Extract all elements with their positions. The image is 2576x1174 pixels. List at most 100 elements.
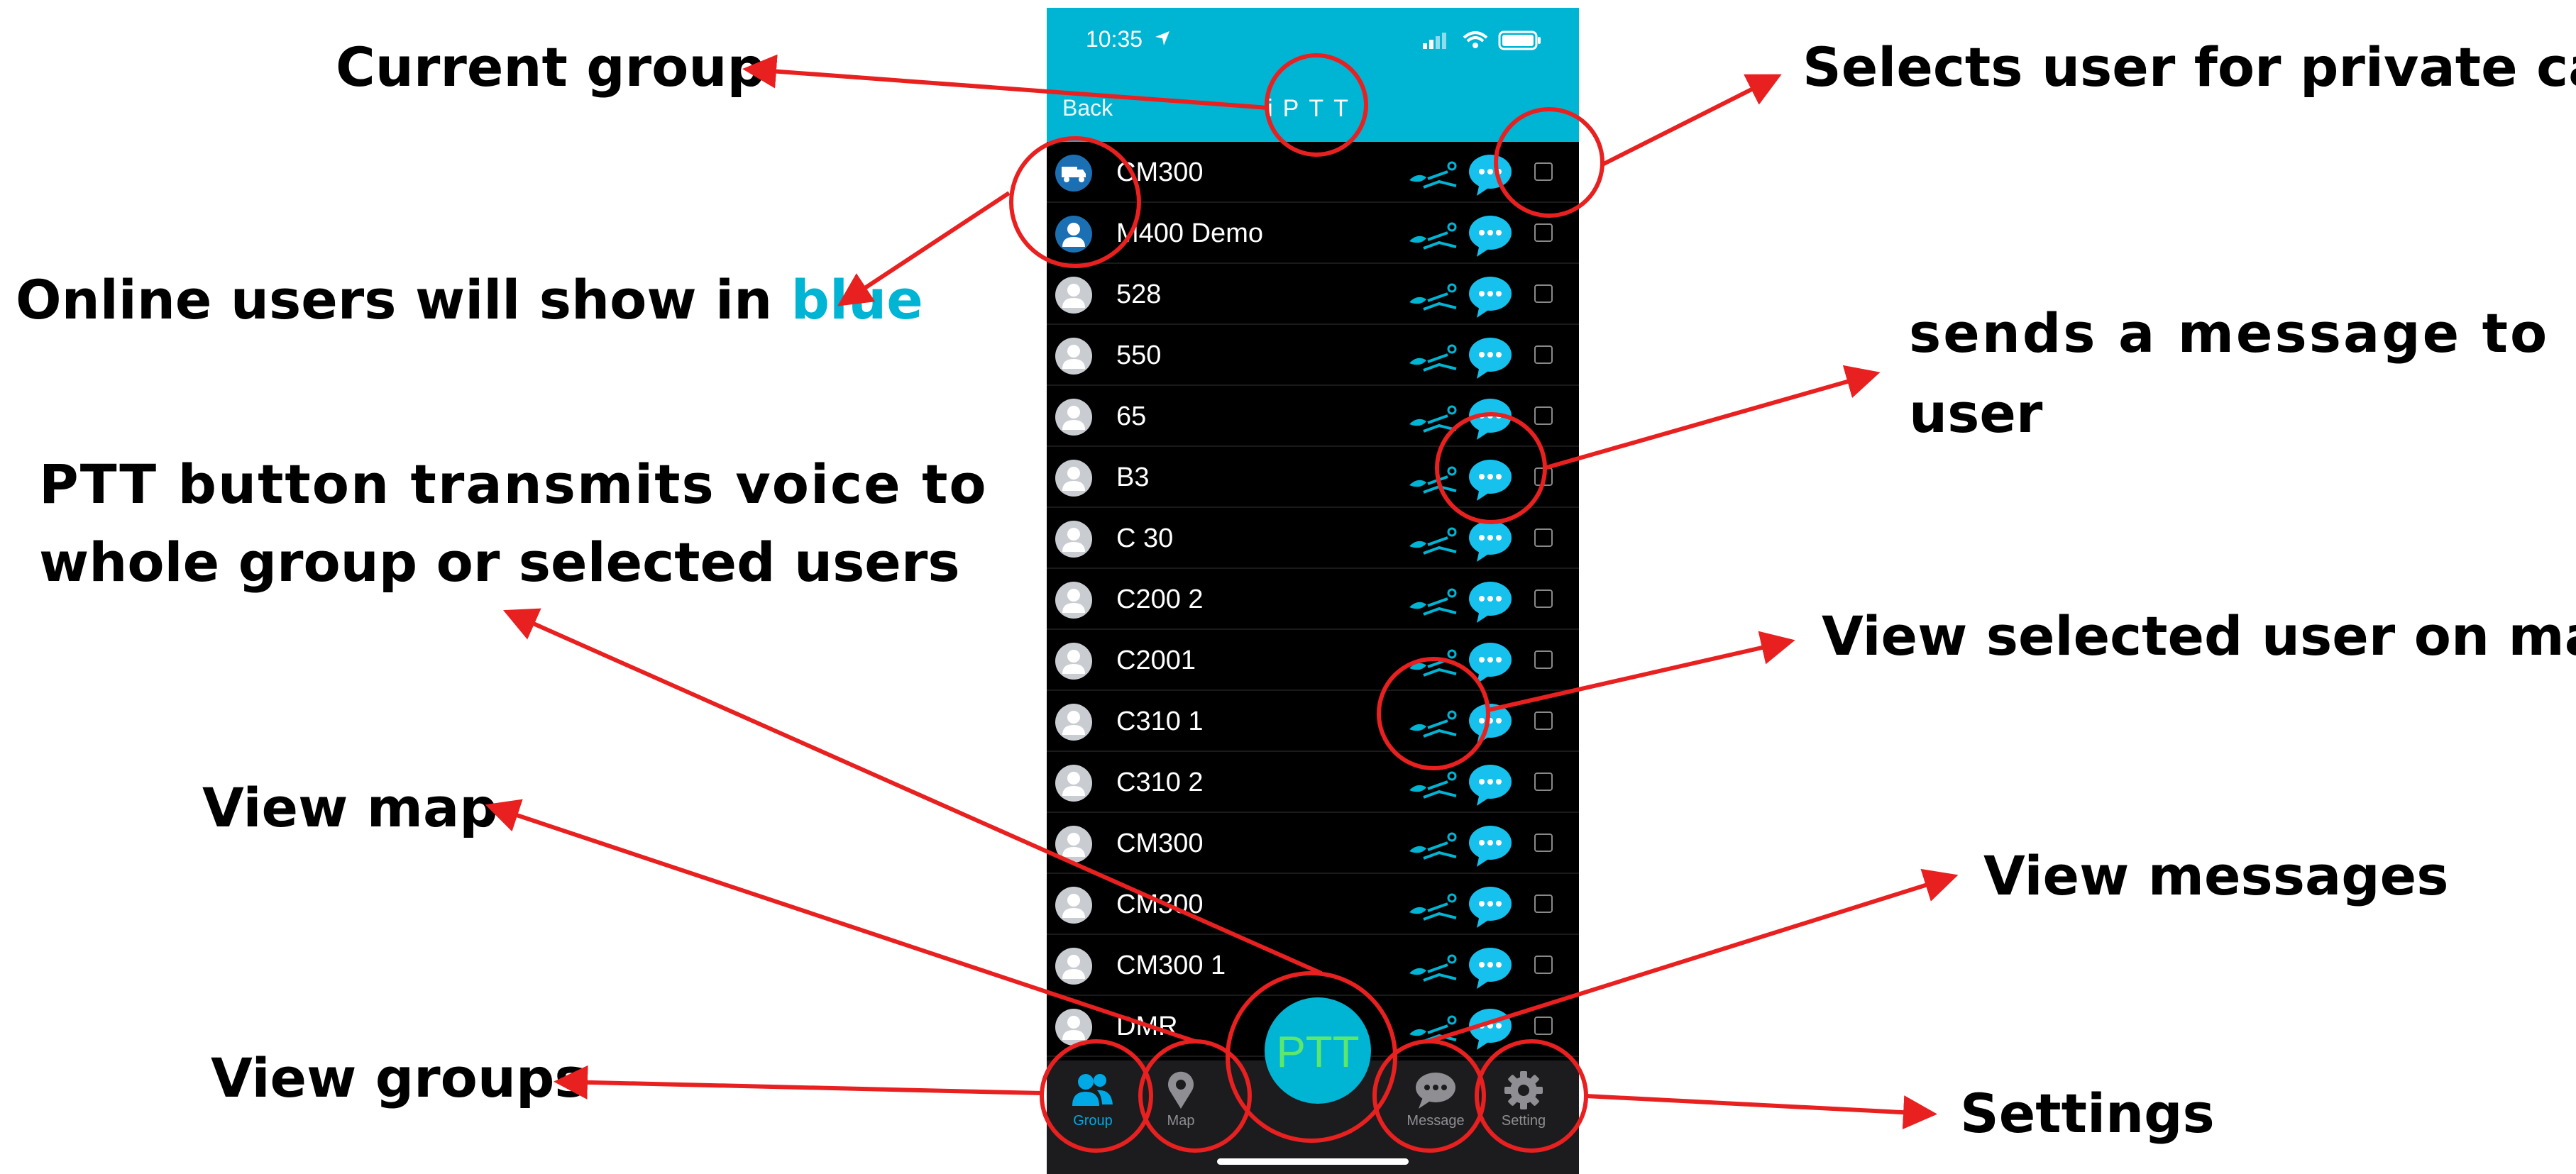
user-row[interactable]: 528 — [1047, 264, 1579, 325]
locate-on-map-icon[interactable] — [1407, 342, 1460, 373]
locate-on-map-icon[interactable] — [1407, 525, 1460, 556]
user-row[interactable]: M400 Demo — [1047, 203, 1579, 264]
tab-message[interactable]: Message — [1393, 1070, 1478, 1148]
tab-map[interactable]: Map — [1138, 1070, 1223, 1148]
annotation-send-message-1: sends a message to — [1909, 301, 2550, 365]
locate-on-map-icon[interactable] — [1407, 708, 1460, 739]
private-call-checkbox[interactable] — [1534, 284, 1553, 303]
group-icon — [1072, 1074, 1113, 1106]
locate-on-map-icon[interactable] — [1407, 281, 1460, 312]
user-row[interactable]: CM300 — [1047, 142, 1579, 203]
send-message-icon[interactable] — [1467, 213, 1514, 258]
map-pin-icon — [1168, 1071, 1194, 1109]
offline-user-icon — [1055, 948, 1092, 985]
locate-on-map-icon[interactable] — [1407, 586, 1460, 617]
tab-group[interactable]: Group — [1050, 1070, 1135, 1148]
private-call-checkbox[interactable] — [1534, 956, 1553, 974]
annotation-send-message-2: user — [1909, 382, 2043, 445]
send-message-icon[interactable] — [1467, 335, 1514, 380]
send-message-icon[interactable] — [1467, 518, 1514, 563]
gear-icon — [1504, 1071, 1543, 1109]
offline-user-icon — [1055, 399, 1092, 436]
private-call-checkbox[interactable] — [1534, 345, 1553, 364]
annotation-ptt-1: PTT button transmits voice to — [39, 453, 988, 516]
user-row[interactable]: C310 2 — [1047, 752, 1579, 813]
user-row[interactable]: CM300 — [1047, 813, 1579, 874]
user-name: 528 — [1116, 279, 1162, 309]
user-name: C2001 — [1116, 646, 1196, 675]
truck-icon — [1055, 155, 1092, 192]
tab-setting[interactable]: Setting — [1481, 1070, 1566, 1148]
send-message-icon[interactable] — [1467, 884, 1514, 929]
arrow-private-call — [1601, 74, 1782, 167]
send-message-icon[interactable] — [1467, 640, 1514, 685]
send-message-icon[interactable] — [1467, 823, 1514, 868]
send-message-icon[interactable] — [1467, 274, 1514, 319]
annotation-view-groups: View groups — [211, 1046, 587, 1109]
status-bar: 10:35 — [1047, 8, 1579, 68]
private-call-checkbox[interactable] — [1534, 528, 1553, 547]
send-message-icon[interactable] — [1467, 762, 1514, 807]
locate-on-map-icon[interactable] — [1407, 464, 1460, 495]
private-call-checkbox[interactable] — [1534, 711, 1553, 730]
private-call-checkbox[interactable] — [1534, 1017, 1553, 1035]
user-row[interactable]: C 30 — [1047, 508, 1579, 569]
private-call-checkbox[interactable] — [1534, 895, 1553, 913]
send-message-icon[interactable] — [1467, 945, 1514, 990]
offline-user-icon — [1055, 765, 1092, 802]
home-indicator — [1217, 1158, 1409, 1165]
offline-user-icon — [1055, 277, 1092, 314]
locate-on-map-icon[interactable] — [1407, 403, 1460, 434]
send-message-icon[interactable] — [1467, 701, 1514, 746]
user-name: M400 Demo — [1116, 218, 1263, 248]
arrow-send-message — [1543, 365, 1881, 470]
ptt-button[interactable]: PTT — [1265, 997, 1371, 1104]
phone-screen: 10:35 Back iPTT CM300 M400 Demo 528 550 65 B3… — [1047, 8, 1579, 1174]
offline-user-icon — [1055, 887, 1092, 924]
location-arrow-icon — [1153, 29, 1172, 50]
user-row[interactable]: CM300 — [1047, 874, 1579, 935]
private-call-checkbox[interactable] — [1534, 772, 1553, 791]
user-row[interactable]: C310 1 — [1047, 691, 1579, 752]
annotation-online-users: Online users will show in blue — [16, 268, 923, 331]
annotation-private-call: Selects user for private call — [1802, 35, 2576, 99]
locate-on-map-icon[interactable] — [1407, 830, 1460, 861]
locate-on-map-icon[interactable] — [1407, 647, 1460, 678]
user-row[interactable]: 65 — [1047, 386, 1579, 447]
send-message-icon[interactable] — [1467, 152, 1514, 197]
private-call-checkbox[interactable] — [1534, 834, 1553, 852]
send-message-icon[interactable] — [1467, 457, 1514, 502]
send-message-icon[interactable] — [1467, 1006, 1514, 1051]
user-row[interactable]: C2001 — [1047, 630, 1579, 691]
user-name: 550 — [1116, 340, 1162, 370]
private-call-checkbox[interactable] — [1534, 223, 1553, 242]
user-name: DMR — [1116, 1012, 1178, 1041]
private-call-checkbox[interactable] — [1534, 650, 1553, 669]
user-row[interactable]: CM300 1 — [1047, 935, 1579, 996]
annotation-settings: Settings — [1960, 1082, 2215, 1145]
user-row[interactable]: 550 — [1047, 325, 1579, 386]
offline-user-icon — [1055, 338, 1092, 375]
annotation-ptt-2: whole group or selected users — [39, 531, 960, 594]
status-time: 10:35 — [1086, 26, 1143, 52]
status-icons — [1423, 29, 1551, 53]
send-message-icon[interactable] — [1467, 579, 1514, 624]
locate-on-map-icon[interactable] — [1407, 159, 1460, 190]
locate-on-map-icon[interactable] — [1407, 952, 1460, 983]
private-call-checkbox[interactable] — [1534, 467, 1553, 486]
private-call-checkbox[interactable] — [1534, 162, 1553, 181]
send-message-icon[interactable] — [1467, 396, 1514, 441]
nav-bar: Back iPTT — [1047, 68, 1579, 142]
locate-on-map-icon[interactable] — [1407, 220, 1460, 251]
locate-on-map-icon[interactable] — [1407, 769, 1460, 800]
locate-on-map-icon[interactable] — [1407, 891, 1460, 922]
private-call-checkbox[interactable] — [1534, 406, 1553, 425]
annotation-view-selected-map: View selected user on map — [1822, 604, 2576, 668]
locate-on-map-icon[interactable] — [1407, 1013, 1460, 1044]
offline-user-icon — [1055, 582, 1092, 619]
user-row[interactable]: C200 2 — [1047, 569, 1579, 630]
offline-user-icon — [1055, 826, 1092, 863]
user-row[interactable]: B3 — [1047, 447, 1579, 508]
user-name: B3 — [1116, 463, 1150, 492]
private-call-checkbox[interactable] — [1534, 589, 1553, 608]
